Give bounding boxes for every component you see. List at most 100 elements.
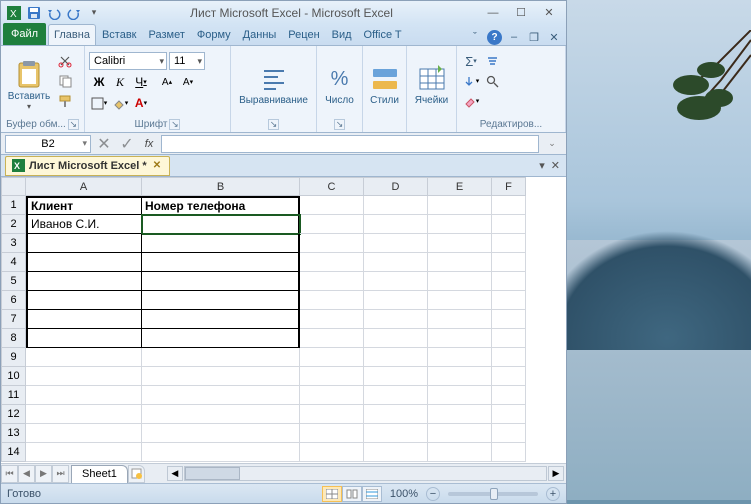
cell-A4[interactable] (26, 253, 142, 272)
cell-C12[interactable] (300, 405, 364, 424)
column-header-A[interactable]: A (26, 177, 142, 196)
column-header-C[interactable]: C (300, 177, 364, 196)
border-button[interactable]: ▾ (89, 94, 109, 112)
row-header[interactable]: 5 (1, 272, 26, 291)
view-normal-icon[interactable] (322, 486, 342, 502)
cell-E7[interactable] (428, 310, 492, 329)
cell-E9[interactable] (428, 348, 492, 367)
font-color-button[interactable]: A▾ (131, 94, 151, 112)
autosum-button[interactable]: Σ▾ (461, 52, 481, 70)
cell-F10[interactable] (492, 367, 526, 386)
sheet-nav-first-icon[interactable]: ⏮ (1, 465, 18, 483)
cut-icon[interactable] (55, 52, 75, 70)
cell-E8[interactable] (428, 329, 492, 348)
cell-B7[interactable] (142, 310, 300, 329)
ribbon-tab-data[interactable]: Данны (237, 24, 283, 45)
cell-E2[interactable] (428, 215, 492, 234)
document-tab-close-icon[interactable]: ✕ (151, 160, 163, 171)
cell-C4[interactable] (300, 253, 364, 272)
cell-E10[interactable] (428, 367, 492, 386)
cell-B12[interactable] (142, 405, 300, 424)
paste-button[interactable]: Вставить ▾ (5, 48, 53, 117)
ribbon-tab-layout[interactable]: Размет (143, 24, 191, 45)
scroll-thumb[interactable] (185, 467, 240, 480)
grow-font-button[interactable]: A▴ (157, 73, 177, 91)
cell-F13[interactable] (492, 424, 526, 443)
qat-customize-icon[interactable]: ▾ (85, 4, 103, 22)
cell-E4[interactable] (428, 253, 492, 272)
zoom-in-icon[interactable]: + (546, 487, 560, 501)
cell-D2[interactable] (364, 215, 428, 234)
cell-D3[interactable] (364, 234, 428, 253)
column-header-D[interactable]: D (364, 177, 428, 196)
cell-B6[interactable] (142, 291, 300, 310)
row-header[interactable]: 4 (1, 253, 26, 272)
scroll-left-icon[interactable]: ◀ (167, 466, 183, 481)
cell-C10[interactable] (300, 367, 364, 386)
cancel-formula-icon[interactable]: ✕ (94, 135, 114, 153)
cell-B5[interactable] (142, 272, 300, 291)
row-header[interactable]: 6 (1, 291, 26, 310)
cell-A14[interactable] (26, 443, 142, 462)
ribbon-tab-office[interactable]: Office T (358, 24, 408, 45)
cell-D13[interactable] (364, 424, 428, 443)
expand-formula-icon[interactable]: ⌄ (542, 135, 562, 153)
cell-E12[interactable] (428, 405, 492, 424)
cell-B8[interactable] (142, 329, 300, 348)
zoom-level[interactable]: 100% (390, 488, 418, 500)
styles-button[interactable]: Стили (367, 59, 402, 106)
cell-C7[interactable] (300, 310, 364, 329)
minimize-button[interactable]: — (482, 5, 504, 21)
cell-C5[interactable] (300, 272, 364, 291)
help-icon[interactable]: ? (487, 30, 502, 45)
grid-body[interactable]: 1КлиентНомер телефона2Иванов С.И.3456789… (1, 196, 566, 463)
cell-F5[interactable] (492, 272, 526, 291)
cell-B9[interactable] (142, 348, 300, 367)
ribbon-tab-home[interactable]: Главна (48, 24, 96, 45)
cell-B4[interactable] (142, 253, 300, 272)
workbook-restore-icon[interactable]: ❐ (526, 29, 542, 45)
ribbon-tab-formulas[interactable]: Форму (191, 24, 237, 45)
row-header[interactable]: 9 (1, 348, 26, 367)
cell-B14[interactable] (142, 443, 300, 462)
maximize-button[interactable]: ☐ (510, 5, 532, 21)
copy-icon[interactable] (55, 72, 75, 90)
row-header[interactable]: 7 (1, 310, 26, 329)
cell-C8[interactable] (300, 329, 364, 348)
cell-A11[interactable] (26, 386, 142, 405)
cell-C14[interactable] (300, 443, 364, 462)
cell-A12[interactable] (26, 405, 142, 424)
ribbon-minimize-icon[interactable]: ˇ (467, 29, 483, 45)
cell-A10[interactable] (26, 367, 142, 386)
cell-D5[interactable] (364, 272, 428, 291)
cell-D7[interactable] (364, 310, 428, 329)
cell-D12[interactable] (364, 405, 428, 424)
cell-C11[interactable] (300, 386, 364, 405)
row-header[interactable]: 11 (1, 386, 26, 405)
cell-F12[interactable] (492, 405, 526, 424)
excel-app-icon[interactable]: X (5, 4, 23, 22)
cell-D4[interactable] (364, 253, 428, 272)
column-header-F[interactable]: F (492, 177, 526, 196)
cell-D11[interactable] (364, 386, 428, 405)
font-dialog-launcher[interactable]: ↘ (169, 119, 180, 130)
zoom-out-icon[interactable]: − (426, 487, 440, 501)
name-box[interactable]: B2 (5, 135, 91, 153)
redo-icon[interactable] (65, 4, 83, 22)
cell-F9[interactable] (492, 348, 526, 367)
workbook-minimize-icon[interactable]: – (506, 29, 522, 45)
cell-D1[interactable] (364, 196, 428, 215)
row-header[interactable]: 12 (1, 405, 26, 424)
cell-B10[interactable] (142, 367, 300, 386)
cell-A2[interactable]: Иванов С.И. (26, 215, 142, 234)
cell-F1[interactable] (492, 196, 526, 215)
cell-E6[interactable] (428, 291, 492, 310)
cell-F8[interactable] (492, 329, 526, 348)
font-size-combo[interactable]: 11 (169, 52, 205, 70)
number-dialog-launcher[interactable]: ↘ (334, 119, 345, 130)
underline-button[interactable]: Ч▾ (131, 73, 151, 91)
cell-E5[interactable] (428, 272, 492, 291)
cell-A1[interactable]: Клиент (26, 196, 142, 215)
cell-E13[interactable] (428, 424, 492, 443)
sheet-nav-next-icon[interactable]: ▶ (35, 465, 52, 483)
